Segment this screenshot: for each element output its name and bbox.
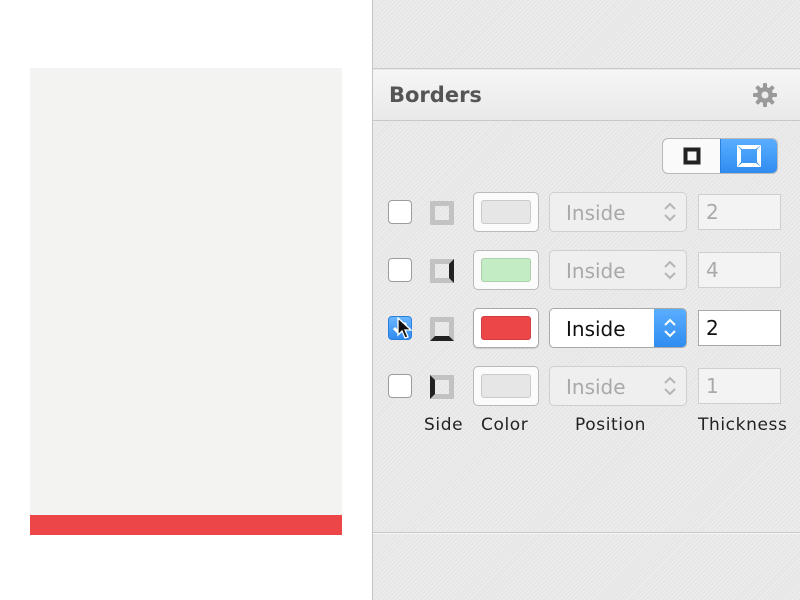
side-left-icon[interactable] (429, 374, 455, 400)
color-swatch (481, 374, 531, 398)
side-right-icon[interactable] (429, 258, 455, 284)
artboard-bottom-border (30, 515, 342, 535)
column-label-side: Side (424, 415, 464, 435)
color-swatch (481, 316, 531, 340)
border-row: Inside 2 (373, 308, 800, 348)
updown-arrows-icon (654, 193, 686, 231)
side-border-icon (737, 145, 761, 167)
border-color-well[interactable] (473, 366, 539, 406)
borders-section-header: Borders (373, 70, 800, 121)
border-enabled-checkbox[interactable] (388, 316, 412, 340)
border-enabled-checkbox[interactable] (388, 374, 412, 398)
gear-icon[interactable] (752, 82, 778, 108)
section-title: Borders (389, 83, 482, 107)
updown-arrows-icon (654, 367, 686, 405)
thickness-field[interactable]: 4 (698, 252, 781, 288)
border-position-select[interactable]: Inside (549, 366, 687, 406)
canvas (0, 0, 372, 600)
column-label-color: Color (481, 415, 529, 435)
border-position-select[interactable]: Inside (549, 250, 687, 290)
border-color-well[interactable] (473, 308, 539, 348)
checkmark-icon (392, 322, 408, 335)
thickness-field[interactable]: 2 (698, 194, 781, 230)
color-swatch (481, 258, 531, 282)
column-label-position: Position (575, 415, 646, 435)
thickness-field[interactable]: 2 (698, 310, 781, 346)
divider (373, 533, 800, 534)
border-position-select[interactable]: Inside (549, 192, 687, 232)
border-color-well[interactable] (473, 250, 539, 290)
artboard[interactable] (30, 68, 342, 535)
color-swatch (481, 200, 531, 224)
inspector-panel: Borders Inside 2 Inside 4 Inside 2 Insid… (372, 0, 800, 600)
thickness-field[interactable]: 1 (698, 368, 781, 404)
border-enabled-checkbox[interactable] (388, 200, 412, 224)
border-row: Inside 2 (373, 192, 800, 232)
border-enabled-checkbox[interactable] (388, 258, 412, 282)
border-row: Inside 1 (373, 366, 800, 406)
divider (373, 68, 800, 69)
all-sides-toggle-button[interactable] (663, 139, 720, 173)
individual-sides-toggle-button[interactable] (720, 139, 777, 173)
column-label-thickness: Thickness (698, 415, 788, 435)
border-mode-toggle[interactable] (662, 138, 778, 174)
square-border-icon (683, 147, 700, 165)
side-bottom-icon[interactable] (429, 316, 455, 342)
updown-arrows-icon (654, 309, 686, 347)
border-row: Inside 4 (373, 250, 800, 290)
updown-arrows-icon (654, 251, 686, 289)
border-position-select[interactable]: Inside (549, 308, 687, 348)
border-color-well[interactable] (473, 192, 539, 232)
app-window: Borders Inside 2 Inside 4 Inside 2 Insid… (0, 0, 800, 600)
side-all-icon[interactable] (429, 200, 455, 226)
